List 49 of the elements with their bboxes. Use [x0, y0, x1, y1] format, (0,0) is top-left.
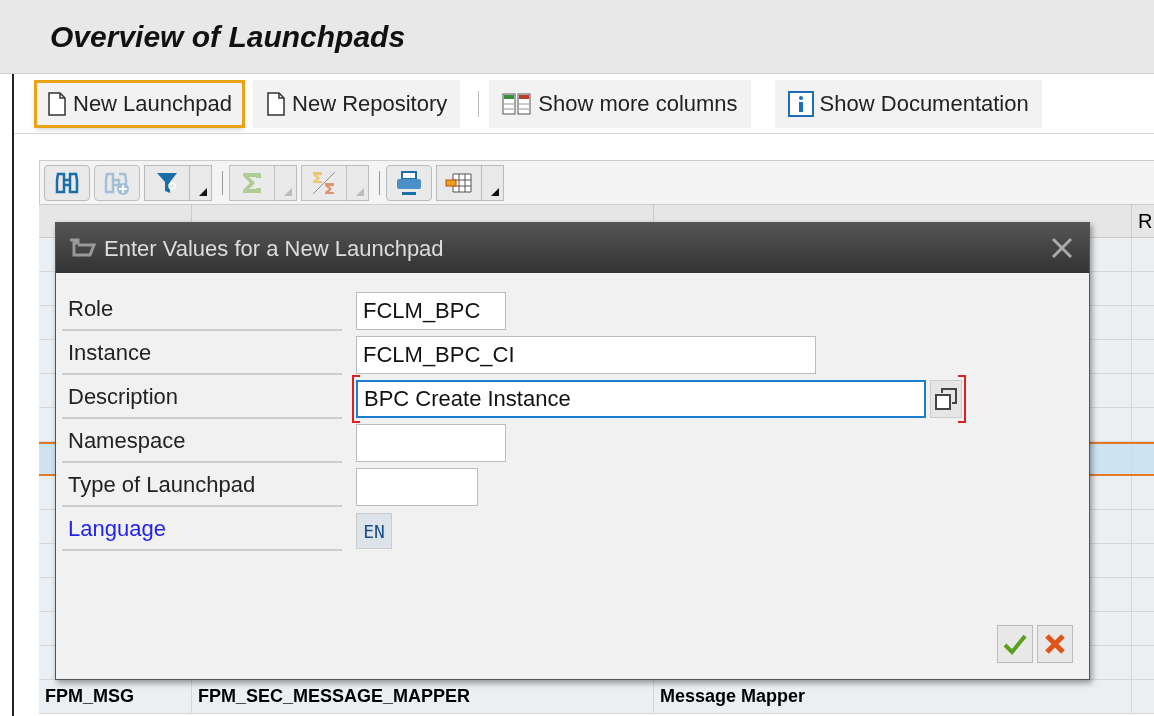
dialog-title: Enter Values for a New Launchpad: [104, 234, 444, 263]
field-label[interactable]: Language: [62, 511, 342, 551]
column-header[interactable]: R: [1132, 205, 1154, 237]
grid-toolbar-button[interactable]: [436, 164, 482, 201]
input-field[interactable]: FCLM_BPC_CI: [356, 336, 816, 374]
table-cell-text: Message Mapper: [660, 685, 806, 708]
cross-icon: [1044, 633, 1066, 655]
field-label: Description: [62, 379, 342, 419]
folder-icon: [68, 238, 96, 258]
input-field[interactable]: [356, 468, 478, 506]
grid-toolbar-button[interactable]: [386, 164, 432, 201]
copy-icon: [934, 387, 958, 411]
input-field[interactable]: BPC Create Instance: [356, 380, 926, 418]
focus-marker-left: [352, 375, 360, 423]
dropdown-button[interactable]: [482, 164, 504, 201]
dropdown-button[interactable]: [190, 164, 212, 201]
document-icon: [47, 91, 67, 116]
toolbar-button[interactable]: Show Documentation: [774, 79, 1042, 128]
page-title: Overview of Launchpads: [50, 19, 406, 55]
info-icon: [787, 90, 814, 117]
display-field: EN: [356, 513, 392, 549]
field-label: Namespace: [62, 423, 342, 463]
columns-icon: [502, 91, 533, 116]
toolbar-button[interactable]: Show more columns: [489, 79, 751, 128]
cancel-button[interactable]: [1037, 625, 1073, 663]
table-cell-text: FPM_MSG: [45, 685, 134, 708]
expand-button[interactable]: [930, 380, 962, 418]
input-field[interactable]: [356, 424, 506, 462]
field-label: Type of Launchpad: [62, 467, 342, 507]
field-label: Role: [62, 291, 342, 331]
document-icon: [266, 91, 286, 116]
input-field[interactable]: FCLM_BPC: [356, 292, 506, 330]
subtotal-icon: [311, 169, 337, 196]
toolbar-button[interactable]: New Repository: [253, 79, 461, 128]
close-icon: [1051, 237, 1073, 259]
table-cell-text: FPM_SEC_MESSAGE_MAPPER: [198, 685, 471, 708]
layout-grid-icon: [445, 170, 473, 195]
checkmark-icon: [1003, 633, 1027, 655]
grid-toolbar-button[interactable]: [44, 164, 90, 201]
caret-icon: [284, 187, 292, 196]
printer-icon: [395, 169, 423, 196]
caret-icon: [199, 187, 207, 196]
table-row[interactable]: FPM_MSG FPM_SEC_MESSAGE_MAPPER Message Mapper: [39, 680, 1154, 714]
caret-icon: [356, 187, 364, 196]
ok-button[interactable]: [997, 625, 1033, 663]
grid-toolbar-button[interactable]: [144, 164, 190, 201]
field-label: Instance: [62, 335, 342, 375]
caret-icon: [491, 187, 499, 196]
toolbar-button[interactable]: New Launchpad: [34, 79, 245, 128]
